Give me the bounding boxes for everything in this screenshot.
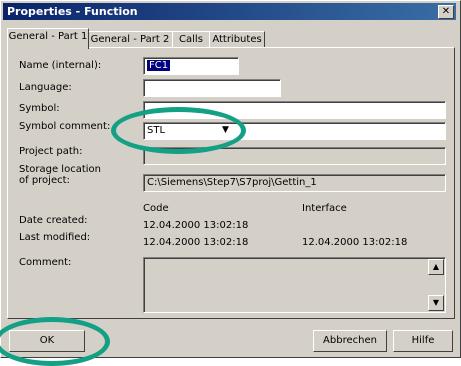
help-label: Hilfe	[411, 335, 435, 346]
symbol-comment-highlight-circle	[111, 107, 246, 154]
comment-label: Comment:	[19, 257, 72, 268]
symbol-label: Symbol:	[19, 103, 60, 114]
storage-location-field: C:\Siemens\Step7\S7proj\Gettin_1	[143, 174, 446, 192]
language-label: Language:	[19, 82, 72, 93]
last-modified-code: 12.04.2000 13:02:18	[143, 237, 249, 248]
project-path-label: Project path:	[19, 146, 83, 157]
help-button[interactable]: Hilfe	[393, 330, 453, 352]
title-bar[interactable]: Properties - Function ✕	[3, 3, 456, 20]
tab-general-part-2[interactable]: General - Part 2	[87, 31, 173, 48]
tab-label: Attributes	[212, 34, 262, 45]
storage-label-line2: of project:	[19, 175, 70, 186]
storage-location-value: C:\Siemens\Step7\S7proj\Gettin_1	[147, 177, 317, 188]
code-header: Code	[143, 203, 169, 214]
tab-calls[interactable]: Calls	[172, 31, 210, 48]
storage-label-line1: Storage location	[19, 164, 101, 175]
name-field[interactable]: FC1	[143, 57, 239, 75]
date-created-code: 12.04.2000 13:02:18	[143, 220, 249, 231]
comment-field[interactable]: ▲ ▼	[143, 257, 446, 313]
tab-general-part-1[interactable]: General - Part 1	[7, 28, 89, 49]
close-icon: ✕	[441, 6, 451, 17]
window-title: Properties - Function	[7, 5, 138, 18]
name-value: FC1	[147, 60, 171, 71]
name-label: Name (internal):	[19, 60, 102, 71]
scroll-down-icon[interactable]: ▼	[428, 295, 444, 311]
symbol-comment-label: Symbol comment:	[19, 121, 111, 132]
language-field[interactable]	[143, 79, 281, 97]
cancel-label: Abbrechen	[323, 335, 377, 346]
tab-label: General - Part 2	[90, 34, 170, 45]
general-part-1-panel: Name (internal): FC1 Language: Symbol: S…	[7, 47, 455, 319]
scroll-up-icon[interactable]: ▲	[428, 259, 444, 275]
tab-label: General - Part 1	[8, 31, 88, 42]
tab-attributes[interactable]: Attributes	[209, 31, 265, 48]
interface-header: Interface	[302, 203, 347, 214]
tab-label: Calls	[179, 34, 203, 45]
cancel-button[interactable]: Abbrechen	[313, 330, 387, 352]
ok-button-highlight-circle	[0, 317, 110, 366]
close-button[interactable]: ✕	[438, 5, 454, 19]
date-created-label: Date created:	[19, 215, 88, 226]
last-modified-label: Last modified:	[19, 232, 91, 243]
properties-dialog: Properties - Function ✕ General - Part 1…	[0, 0, 461, 358]
last-modified-interface: 12.04.2000 13:02:18	[302, 237, 408, 248]
